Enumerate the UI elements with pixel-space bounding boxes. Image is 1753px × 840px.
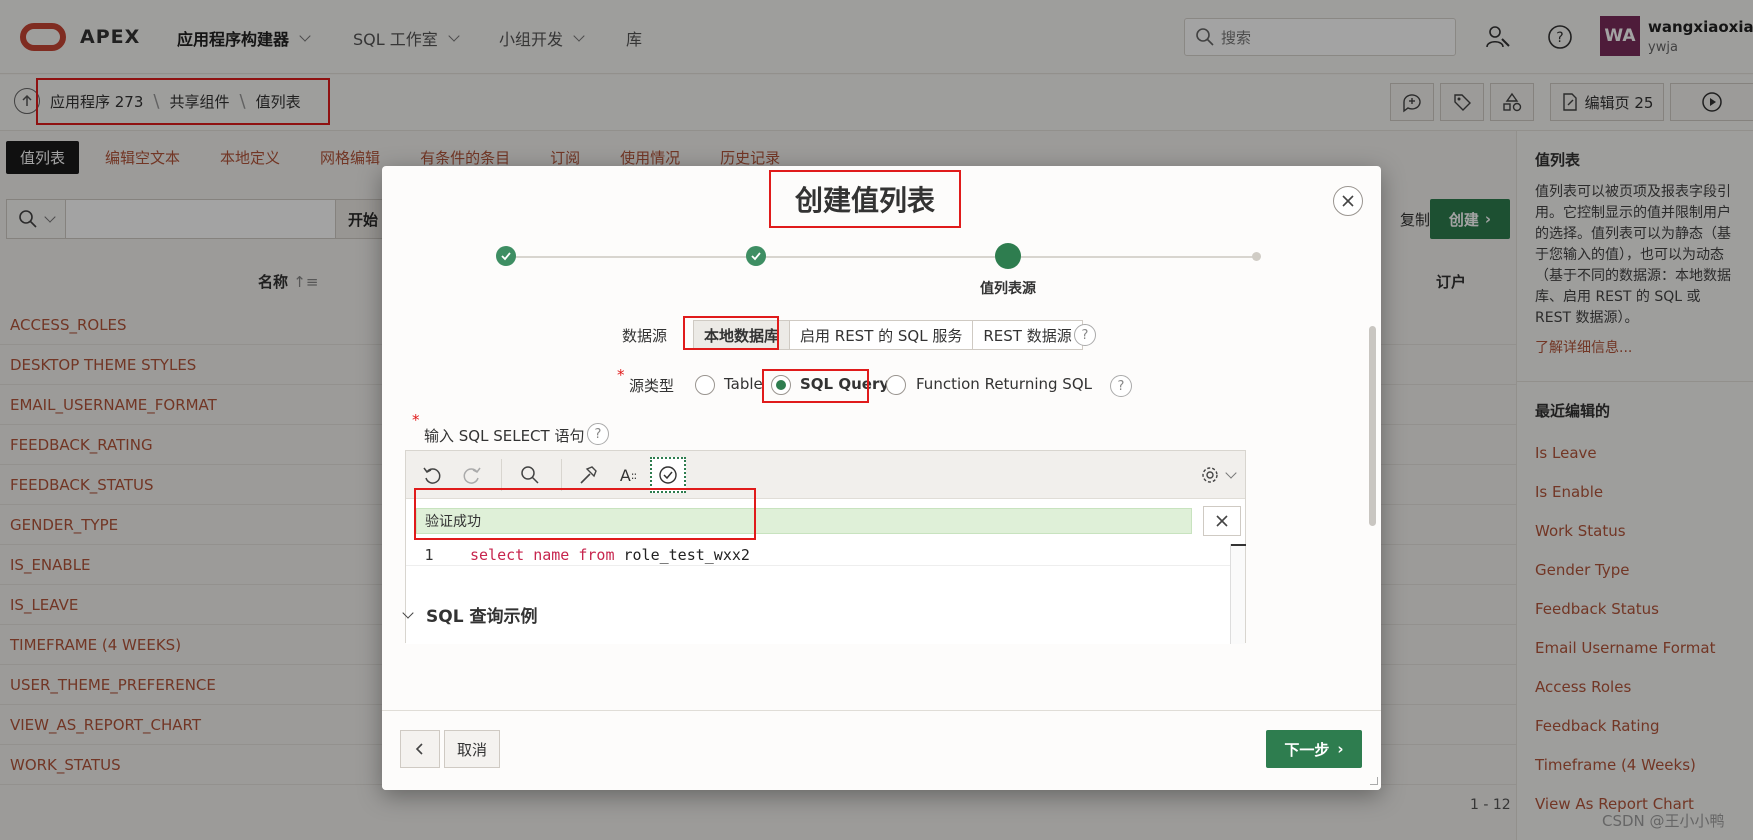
check-circle-icon (659, 466, 677, 484)
chevron-left-icon (415, 743, 423, 755)
divider (561, 459, 562, 491)
line-number: 1 (424, 545, 434, 564)
chevron-right-icon: › (1337, 740, 1344, 758)
sql-examples-label: SQL 查询示例 (426, 607, 538, 627)
step-complete-icon (496, 246, 516, 266)
create-lov-dialog: 创建值列表 值列表源 数据源 本地数据库 启用 REST 的 SQL 服务 RE… (382, 166, 1381, 790)
chevron-down-icon (402, 606, 414, 619)
previous-button[interactable] (400, 730, 440, 768)
next-label: 下一步 (1284, 740, 1330, 759)
data-source-rest[interactable]: REST 数据源 (973, 321, 1082, 349)
step-current-label: 值列表源 (980, 281, 1036, 297)
chevron-down-icon (1225, 467, 1237, 479)
required-marker: * (617, 366, 625, 384)
data-source-label: 数据源 (622, 327, 668, 345)
wizard-progress: 值列表源 (382, 166, 1381, 297)
annotation-highlight (683, 316, 779, 350)
annotation-highlight (414, 488, 756, 540)
code-area[interactable]: 1 select name from role_test_wxx2 (406, 544, 1230, 644)
resize-handle-icon[interactable] (1370, 777, 1378, 785)
dialog-scrollbar[interactable] (1366, 306, 1378, 710)
dismiss-message-button[interactable] (1203, 506, 1241, 536)
help-icon[interactable]: ? (587, 423, 609, 445)
radio-table[interactable] (695, 375, 715, 395)
settings-menu-button[interactable] (1194, 457, 1240, 493)
step-pending (1252, 252, 1261, 261)
radio-table-label[interactable]: Table (724, 375, 763, 393)
editor-scrollbar[interactable] (1230, 544, 1246, 644)
cancel-button[interactable]: 取消 (444, 730, 500, 768)
next-button[interactable]: 下一步 › (1266, 730, 1362, 768)
divider (501, 459, 502, 491)
dialog-footer: 取消 下一步 › (382, 710, 1381, 790)
radio-function-returning-sql-label[interactable]: Function Returning SQL (916, 375, 1092, 393)
wizard-track (508, 256, 1260, 258)
source-type-label: 源类型 (629, 377, 675, 395)
help-icon[interactable]: ? (1074, 324, 1096, 346)
code-line[interactable]: 1 select name from role_test_wxx2 (406, 544, 1230, 566)
help-icon[interactable]: ? (1110, 375, 1132, 397)
sql-examples-toggle[interactable]: SQL 查询示例 (400, 602, 537, 627)
data-source-rest-sql[interactable]: 启用 REST 的 SQL 服务 (790, 321, 974, 349)
radio-function-returning-sql[interactable] (886, 375, 906, 395)
step-complete-icon (746, 246, 766, 266)
step-current (995, 243, 1021, 269)
sql-table-name: role_test_wxx2 (623, 545, 750, 564)
sql-statement-label: 输入 SQL SELECT 语句 (424, 427, 585, 445)
gear-icon (1202, 467, 1218, 483)
annotation-highlight (762, 369, 869, 403)
sql-keywords: select name from (470, 545, 615, 564)
watermark: CSDN @王小小鸭 (1602, 812, 1725, 830)
close-icon (1216, 515, 1228, 527)
required-marker: * (412, 411, 420, 429)
